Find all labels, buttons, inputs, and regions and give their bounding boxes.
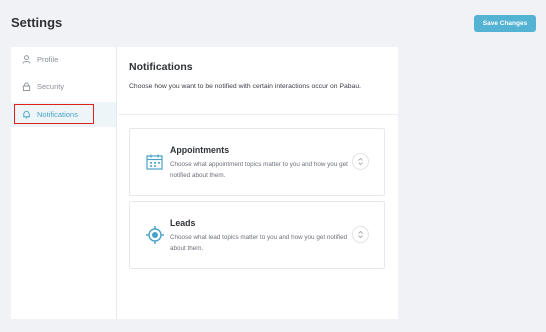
sidebar-item-label: Security xyxy=(37,82,65,91)
expand-toggle-icon[interactable] xyxy=(352,226,369,243)
card-description: Choose what appointment topics matter to… xyxy=(170,161,348,179)
appointments-card[interactable]: Appointments Choose what appointment top… xyxy=(129,128,385,196)
calendar-icon xyxy=(145,152,165,172)
save-changes-button[interactable]: Save Changes xyxy=(474,15,536,32)
card-title: Appointments xyxy=(170,145,230,155)
divider xyxy=(118,114,398,115)
selection-highlight xyxy=(14,104,94,124)
target-icon xyxy=(145,225,165,245)
card-description: Choose what lead topics matter to you an… xyxy=(170,234,348,252)
page-title: Settings xyxy=(11,15,63,30)
section-title: Notifications xyxy=(129,61,193,73)
user-icon xyxy=(22,55,34,64)
sidebar-item-profile[interactable]: Profile xyxy=(11,47,116,72)
notifications-content: Notifications Choose how you want to be … xyxy=(118,47,398,319)
sidebar-item-security[interactable]: Security xyxy=(11,74,116,99)
expand-toggle-icon[interactable] xyxy=(352,153,369,170)
settings-sidebar: Profile Security Notifications xyxy=(11,47,117,319)
sidebar-item-label: Profile xyxy=(37,55,59,64)
lock-icon xyxy=(22,82,34,91)
section-description: Choose how you want to be notified with … xyxy=(129,83,361,90)
settings-panel: Profile Security Notifications Notificat… xyxy=(11,47,398,319)
card-title: Leads xyxy=(170,218,196,228)
leads-card[interactable]: Leads Choose what lead topics matter to … xyxy=(129,201,385,269)
